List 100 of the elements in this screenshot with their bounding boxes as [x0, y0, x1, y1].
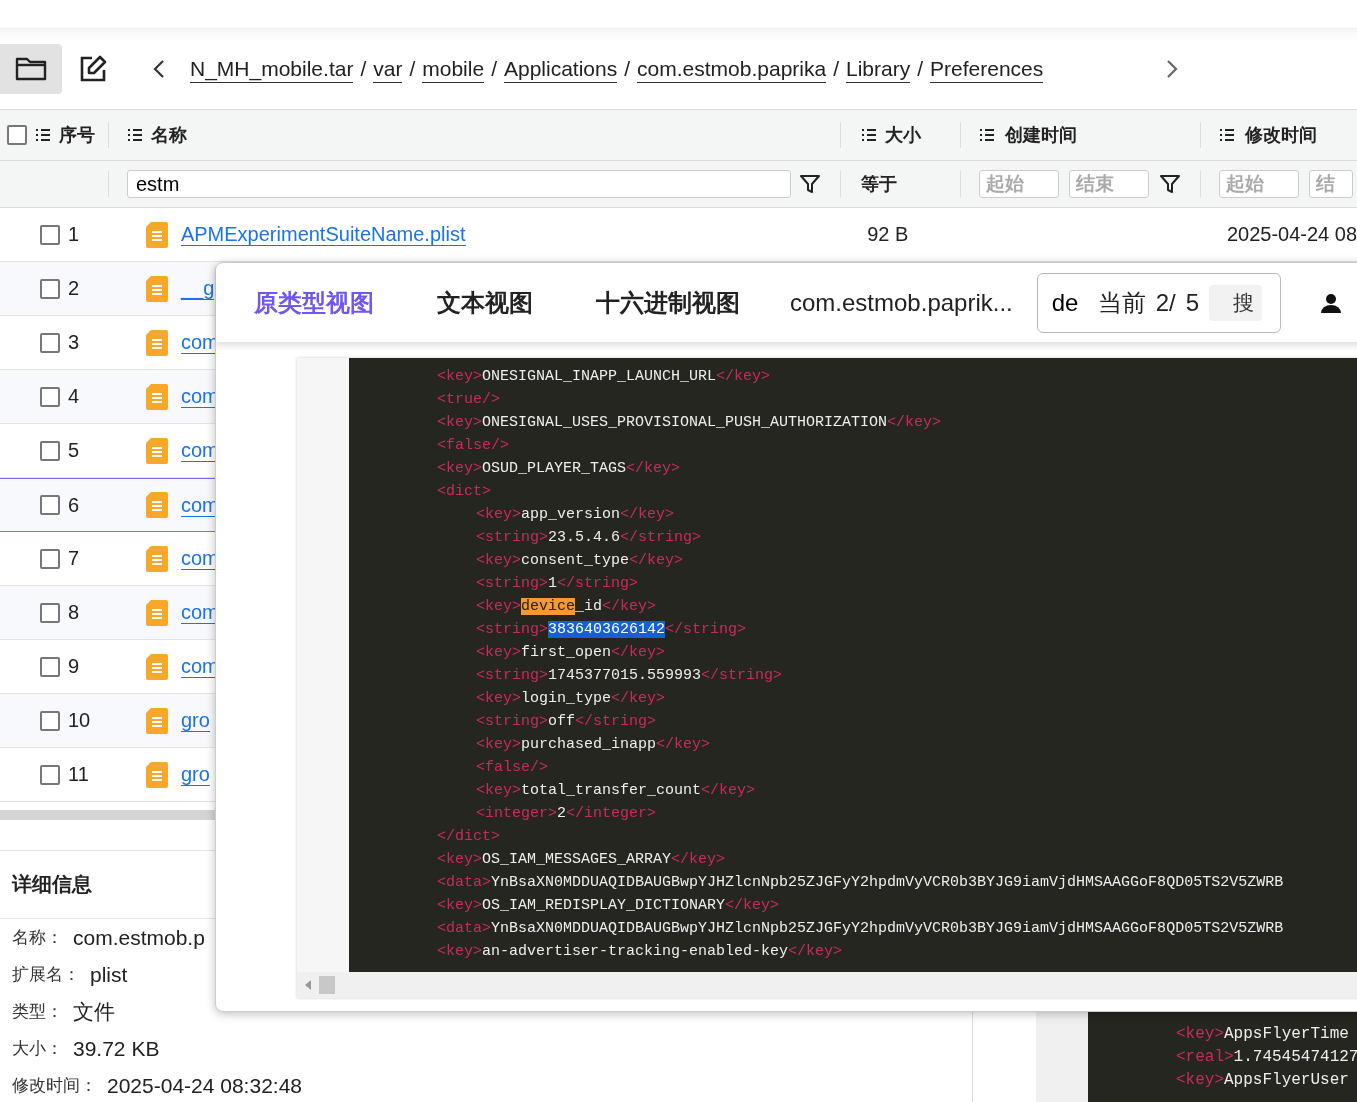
row-number: 1 [68, 223, 80, 246]
filter-icon[interactable] [799, 173, 821, 195]
row-checkbox[interactable] [40, 495, 60, 515]
column-header[interactable]: 序号 [59, 123, 95, 147]
xml-text: ONESIGNAL_USES_PROVISIONAL_PUSH_AUTHORIZATION [482, 414, 888, 431]
xml-tag: <key> [1176, 1025, 1224, 1043]
path-separator: / [917, 57, 924, 81]
row-number: 7 [68, 547, 80, 570]
xml-text: YnBsaXN0MDDUAQIDBAUGBwpYJHZlcnNpb25ZJGFyY2hpdmVyVCR0b3BYJG9iamVjdHMSAAGGoF8QD05TS2V5ZWRB [491, 920, 1284, 937]
horizontal-scrollbar[interactable] [297, 972, 1357, 998]
view-tab[interactable]: 文本视图 [419, 286, 551, 319]
date-field[interactable]: 结束 [1069, 170, 1149, 198]
xml-tag: <key> [476, 644, 521, 661]
xml-tag: <integer> [476, 805, 557, 822]
match-total: 5 [1185, 288, 1200, 317]
field-value: 39.72 KB [73, 1036, 160, 1061]
list-icon [35, 128, 51, 142]
scroll-left-icon[interactable] [303, 979, 313, 991]
breadcrumb-link[interactable]: var [373, 55, 403, 83]
row-number: 6 [68, 493, 80, 517]
xml-tag: <dict> [437, 483, 491, 500]
xml-tag: <key> [1176, 1071, 1224, 1089]
column-header[interactable]: 名称 [151, 123, 187, 147]
row-number: 2 [68, 277, 80, 300]
column-header[interactable]: 大小 [885, 123, 921, 147]
path-separator: / [833, 57, 839, 81]
row-checkbox[interactable] [40, 386, 60, 407]
search-button[interactable]: 搜 [1209, 284, 1263, 321]
file-name-link[interactable]: gro [181, 709, 210, 732]
row-checkbox[interactable] [40, 710, 60, 731]
xml-text: AppsFlyerTime [1224, 1025, 1349, 1043]
xml-tag: </key> [788, 943, 843, 960]
breadcrumb-link[interactable]: mobile [422, 55, 485, 83]
name-filter-field[interactable]: estm [127, 170, 791, 198]
selected-text: 3836403626142 [548, 621, 666, 638]
document-icon [145, 652, 169, 681]
breadcrumb-link[interactable]: N_MH_mobile.tar [190, 55, 354, 83]
path-separator: / [491, 57, 497, 81]
row-checkbox[interactable] [40, 278, 60, 299]
xml-tag: <key> [437, 897, 482, 914]
date-field[interactable]: 结 [1309, 170, 1353, 198]
size-operator[interactable]: 等于 [861, 172, 897, 196]
document-icon [145, 328, 169, 357]
xml-tag: <key> [437, 368, 482, 385]
breadcrumb-link[interactable]: com.estmob.paprika [637, 55, 827, 83]
xml-tag: </key> [611, 690, 666, 707]
xml-text: off [548, 713, 576, 730]
modified-time-cell: 2025-04-24 08 [1226, 223, 1357, 246]
row-number: 10 [68, 709, 91, 732]
view-tab[interactable]: 原类型视图 [236, 286, 392, 319]
edit-icon [78, 54, 108, 84]
xml-tag: </key> [716, 368, 771, 385]
row-checkbox[interactable] [40, 764, 60, 785]
file-name-link[interactable]: APMExperimentSuiteName.plist [180, 223, 466, 246]
row-checkbox[interactable] [40, 656, 60, 677]
row-number: 5 [68, 439, 80, 462]
field-label: 大小： [12, 1038, 63, 1060]
select-all-checkbox[interactable] [7, 125, 27, 145]
column-header[interactable]: 创建时间 [1005, 123, 1077, 147]
row-checkbox[interactable] [40, 440, 60, 461]
row-checkbox[interactable] [40, 332, 60, 353]
file-name-link[interactable]: gro [181, 763, 210, 786]
xml-text: purchased_inapp [521, 736, 657, 753]
xml-tag: <key> [476, 506, 521, 523]
xml-tag: <key> [437, 414, 482, 431]
date-field[interactable]: 起始 [979, 170, 1059, 198]
document-icon [145, 491, 169, 519]
xml-text: ONESIGNAL_INAPP_LAUNCH_URL [482, 368, 717, 385]
column-header[interactable]: 修改时间 [1245, 123, 1317, 147]
xml-tag: </key> [620, 506, 675, 523]
xml-tag: <false/> [437, 437, 509, 454]
breadcrumb-link[interactable]: Preferences [930, 55, 1044, 83]
xml-tag: <data> [437, 920, 491, 937]
date-field[interactable]: 起始 [1219, 170, 1299, 198]
breadcrumb-link[interactable]: Applications [504, 55, 618, 83]
xml-text: 1745377015.559993 [548, 667, 702, 684]
folder-button[interactable] [0, 44, 62, 94]
xml-tag: </string> [557, 575, 639, 592]
xml-text: 2 [557, 805, 567, 822]
xml-tag: </string> [665, 621, 747, 638]
xml-tag: <data> [437, 874, 491, 891]
xml-tag: <true/> [437, 391, 500, 408]
row-checkbox[interactable] [40, 548, 60, 569]
xml-tag: </string> [575, 713, 657, 730]
breadcrumb-link[interactable]: Library [846, 55, 911, 83]
user-icon[interactable] [1320, 292, 1341, 313]
document-icon [145, 436, 169, 465]
xml-tag: </key> [626, 460, 681, 477]
row-checkbox[interactable] [40, 602, 60, 623]
folder-icon [15, 56, 47, 82]
scrollbar-thumb[interactable] [319, 976, 335, 994]
xml-tag: <string> [476, 529, 548, 546]
field-label: 修改时间： [12, 1075, 97, 1097]
field-label: 扩展名： [12, 964, 80, 986]
file-name-link[interactable]: __g [181, 277, 215, 300]
view-tab[interactable]: 十六进制视图 [578, 286, 758, 319]
list-icon [1219, 128, 1235, 142]
filter-icon[interactable] [1159, 173, 1181, 195]
row-checkbox[interactable] [40, 224, 60, 245]
match-position: 2/ [1155, 288, 1176, 317]
